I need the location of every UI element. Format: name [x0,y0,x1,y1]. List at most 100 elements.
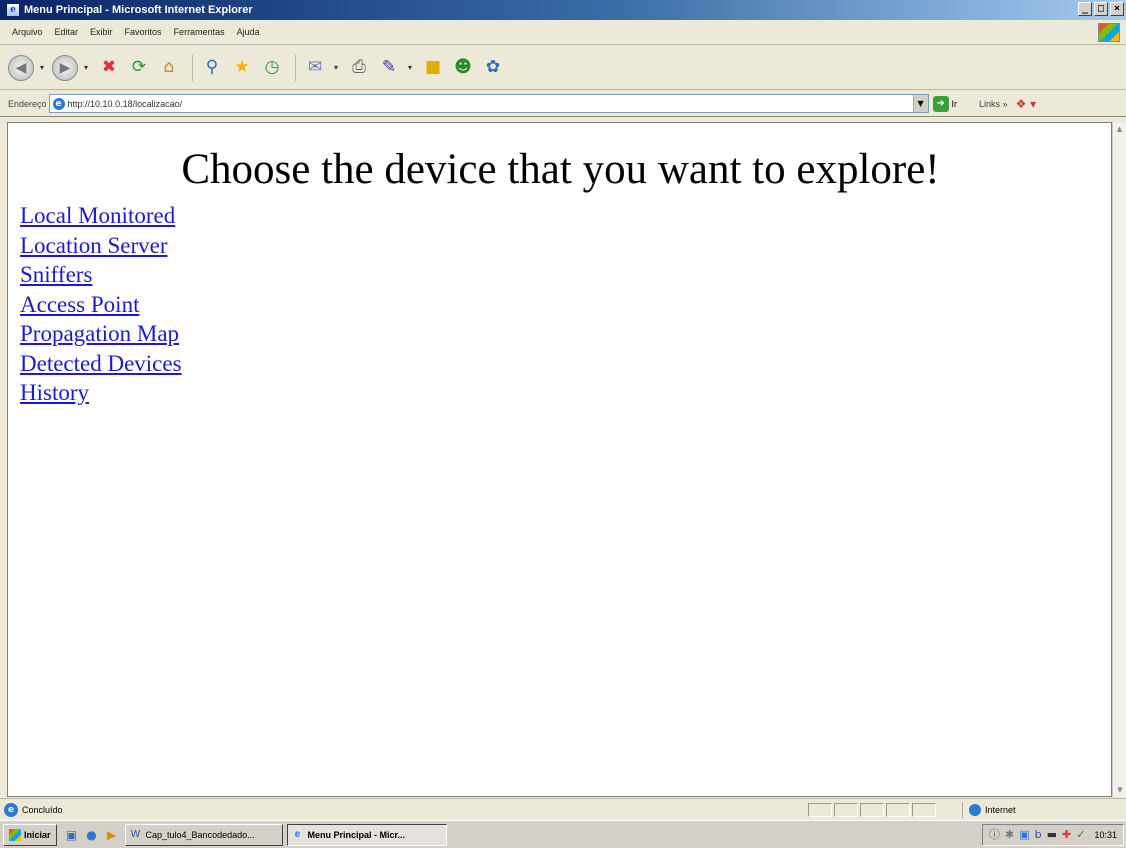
edit-dropdown-icon[interactable]: ▾ [406,55,414,81]
mail-dropdown-icon[interactable]: ▾ [332,55,340,81]
menu-item-ferramentas[interactable]: Ferramentas [174,27,225,37]
word-icon: W [130,828,141,840]
page-heading: Choose the device that you want to explo… [181,146,940,193]
internet-zone-icon [969,804,981,816]
print-icon[interactable]: ⎙ [346,55,372,81]
menu-item-arquivo[interactable]: Arquivo [12,27,43,37]
list-item: Local Monitored [20,201,182,231]
research-icon[interactable]: ✿ [480,55,506,81]
system-tray: ⓘ ✱ ▣ b ▬ ✚ ✓ 10:31 [982,824,1124,846]
window-controls: _ □ × [1078,2,1124,16]
go-button[interactable]: ➜ Ir [932,95,958,112]
list-item: Propagation Map [20,319,182,349]
taskbar-item-word[interactable]: W Cap_tulo4_Bancodedado... [124,823,283,846]
list-item: Access Point [20,290,182,320]
links-label: Links [979,98,1001,109]
edit-icon[interactable]: ✎ [376,55,402,81]
link-location-server[interactable]: Location Server [20,233,168,258]
windows-logo-icon [1098,23,1120,42]
ie-task-icon: e [294,828,301,840]
clock: 10:31 [1094,830,1117,840]
device-link-list: Local Monitored Location Server Sniffers… [20,201,182,408]
status-text: Concluído [22,804,63,815]
task-label: Menu Principal - Micr... [307,829,406,840]
page-icon: e [52,97,65,110]
window-title: Menu Principal - Microsoft Internet Expl… [24,4,253,16]
search-icon[interactable]: ⚲ [199,55,225,81]
history-icon[interactable]: ◷ [259,55,285,81]
security-zone[interactable]: Internet [962,802,1112,818]
link-detected-devices[interactable]: Detected Devices [20,351,182,376]
go-arrow-icon: ➜ [932,95,949,112]
antivirus-tray-icon[interactable]: ✚ [1062,828,1071,842]
ie-icon: e [6,3,20,17]
ie-quicklaunch-icon[interactable]: ● [85,828,99,842]
refresh-icon[interactable]: ⟳ [126,55,152,81]
toolbar-extension-icon[interactable]: ❖ ▾ [1016,97,1037,111]
zone-label: Internet [985,805,1016,815]
stop-icon[interactable]: ✖ [96,55,122,81]
tray-app-icon[interactable]: b [1035,828,1042,842]
toolbar-separator [295,54,296,81]
tray-app-icon[interactable]: ✓ [1076,828,1085,842]
browser-window: e Menu Principal - Microsoft Internet Ex… [0,0,1126,848]
vertical-scrollbar[interactable]: ▲ ▼ [1112,122,1126,797]
address-box[interactable]: e ▼ [48,94,929,113]
task-label: Cap_tulo4_Bancodedado... [145,829,255,840]
page-content: Choose the device that you want to explo… [7,122,1112,797]
forward-dropdown-icon[interactable]: ▾ [82,55,90,81]
status-bar: e Concluído Internet [0,798,1126,820]
list-item: History [20,378,182,408]
network-tray-icon[interactable]: ▣ [1019,828,1029,842]
taskbar-item-ie[interactable]: e Menu Principal - Micr... [286,823,447,846]
close-button[interactable]: × [1110,2,1124,16]
discuss-icon[interactable]: ■ [420,55,446,81]
list-item: Location Server [20,231,182,261]
toolbar-separator [192,54,193,81]
home-icon[interactable]: ⌂ [156,55,182,81]
favorites-icon[interactable]: ★ [229,55,255,81]
maximize-button[interactable]: □ [1094,2,1108,16]
link-sniffers[interactable]: Sniffers [20,262,92,287]
menu-item-editar[interactable]: Editar [55,27,79,37]
page-status-icon: e [4,802,18,817]
back-dropdown-icon[interactable]: ▾ [38,55,46,81]
scroll-down-icon[interactable]: ▼ [1113,783,1126,797]
menu-item-ajuda[interactable]: Ajuda [237,27,260,37]
tray-icon[interactable]: ✱ [1005,828,1014,842]
status-pane [860,803,884,817]
address-dropdown-icon[interactable]: ▼ [912,95,928,112]
list-item: Sniffers [20,260,182,290]
status-pane [912,803,936,817]
menu-item-exibir[interactable]: Exibir [90,27,113,37]
windows-flag-icon [9,828,21,841]
title-bar[interactable]: e Menu Principal - Microsoft Internet Ex… [0,0,1126,20]
mail-icon[interactable]: ✉ [302,55,328,81]
status-pane [808,803,832,817]
scroll-up-icon[interactable]: ▲ [1113,122,1126,136]
messenger-icon[interactable]: ☻ [450,55,476,81]
links-button[interactable]: Links » [979,99,1008,109]
minimize-button[interactable]: _ [1078,2,1092,16]
chat-tray-icon[interactable]: ▬ [1047,828,1057,842]
address-input[interactable] [67,95,913,112]
back-icon[interactable]: ◀ [8,54,34,81]
show-desktop-icon[interactable]: ▣ [65,828,79,842]
go-label: Ir [951,98,958,109]
forward-icon[interactable]: ▶ [52,54,78,81]
address-bar: Endereço e ▼ ➜ Ir Links » ❖ ▾ [0,91,1126,117]
media-player-icon[interactable]: ▶ [105,828,119,842]
list-item: Detected Devices [20,349,182,379]
link-propagation-map[interactable]: Propagation Map [20,321,179,346]
status-pane [834,803,858,817]
link-local-monitored[interactable]: Local Monitored [20,203,175,228]
help-tray-icon[interactable]: ⓘ [989,828,1000,842]
quick-launch: ▣ ● ▶ [65,828,119,842]
start-label: Iniciar [24,829,51,840]
start-button[interactable]: Iniciar [3,823,57,846]
link-history[interactable]: History [20,380,89,405]
taskbar: Iniciar ▣ ● ▶ W Cap_tulo4_Bancodedado...… [0,820,1126,848]
link-access-point[interactable]: Access Point [20,292,139,317]
toolbar: ◀ ▾ ▶ ▾ ✖ ⟳ ⌂ ⚲ ★ ◷ ✉ ▾ ⎙ ✎ ▾ ■ ☻ ✿ [0,46,1126,90]
menu-item-favoritos[interactable]: Favoritos [125,27,162,37]
